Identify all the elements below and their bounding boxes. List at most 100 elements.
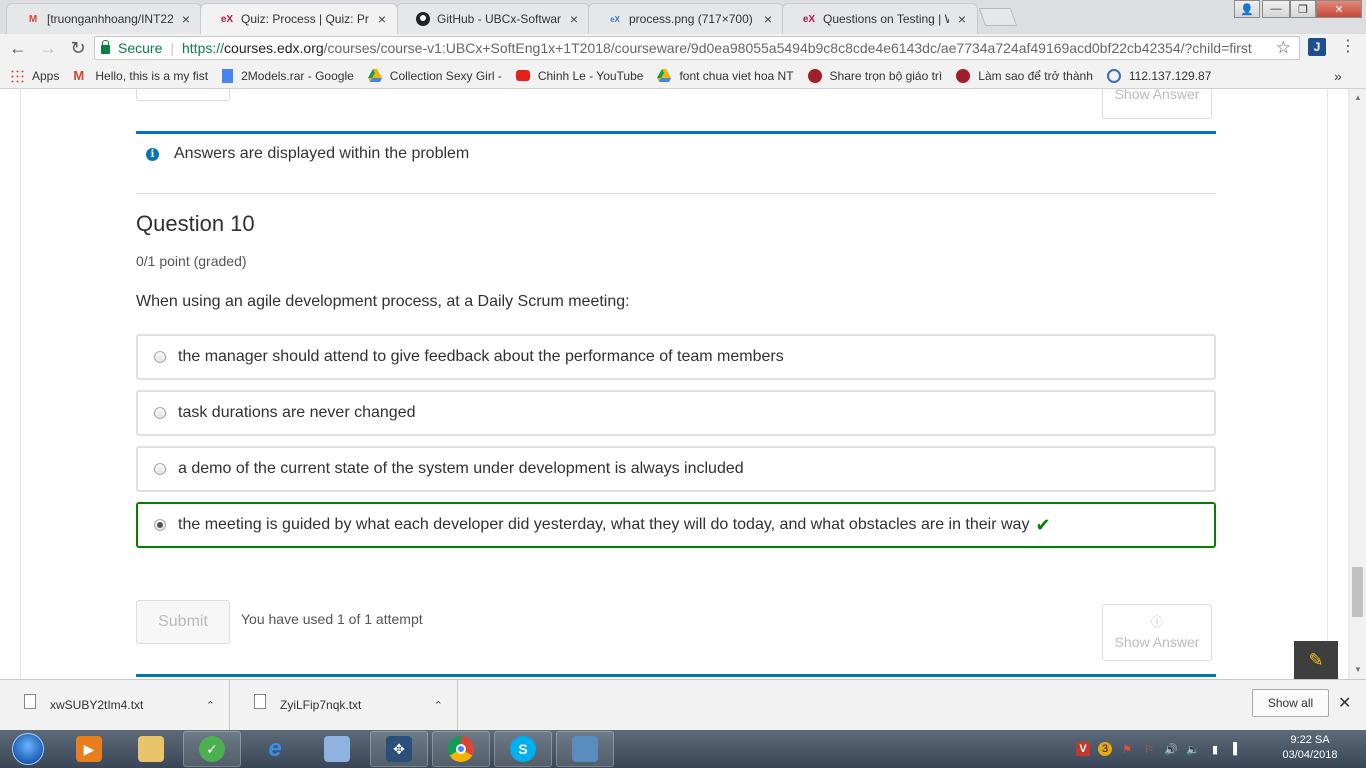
open-edx-icon: eX (610, 14, 620, 24)
scroll-up-arrow-icon[interactable]: ▲ (1354, 93, 1362, 102)
tab-close-icon[interactable]: × (567, 11, 581, 27)
reload-icon[interactable]: ↻ (66, 37, 90, 61)
download-item[interactable]: ZyiLFip7nqk.txt ⌃ (230, 680, 458, 730)
address-bar[interactable]: Secure | https://courses.edx.org/courses… (94, 36, 1300, 60)
taskbar-media-player[interactable]: ▶ (60, 731, 118, 767)
bookmarks-overflow-icon[interactable]: » (1334, 68, 1342, 84)
tab-title: process.png (717×700) (629, 12, 753, 26)
taskbar-explorer[interactable] (122, 731, 180, 767)
choice-option-4[interactable]: the meeting is guided by what each devel… (136, 502, 1216, 548)
chevron-up-icon[interactable]: ⌃ (206, 699, 215, 712)
choice-label: the manager should attend to give feedba… (178, 348, 784, 365)
show-answer-label: Show Answer (1114, 634, 1200, 650)
tab-close-icon[interactable]: × (955, 11, 969, 27)
secure-indicator[interactable]: Secure (101, 39, 163, 56)
tab-github[interactable]: GitHub - UBCx-Software × (396, 3, 590, 34)
radio-button-selected[interactable] (154, 519, 166, 531)
bookmark-star-icon[interactable]: ☆ (1276, 38, 1291, 58)
notification-badge-icon[interactable]: 3 (1098, 742, 1112, 756)
url-scheme: https:// (182, 40, 225, 56)
tab-close-icon[interactable]: × (761, 11, 775, 27)
pencil-icon[interactable]: ✎ (1294, 641, 1338, 679)
shield-icon[interactable]: ⚑ (1120, 742, 1134, 756)
taskbar-chrome[interactable] (432, 731, 490, 767)
download-item[interactable]: xwSUBY2tIm4.txt ⌃ (0, 680, 230, 730)
bookmark-ip[interactable]: 112.137.129.87 (1106, 68, 1211, 83)
choice-option-3[interactable]: a demo of the current state of the syste… (136, 446, 1216, 492)
flag-icon[interactable]: ⚐ (1142, 742, 1156, 756)
tab-process-png[interactable]: eX process.png (717×700) × (588, 3, 784, 34)
taskbar-clock[interactable]: 9:22 SA 03/04/2018 (1274, 733, 1346, 763)
close-icon[interactable]: ✕ (1338, 693, 1351, 713)
start-button[interactable] (4, 731, 52, 767)
show-all-downloads-button[interactable]: Show all (1252, 689, 1329, 717)
tab-close-icon[interactable]: × (179, 11, 193, 27)
vietkey-icon[interactable]: V (1076, 742, 1090, 756)
speaker-icon[interactable]: 🔈 (1186, 742, 1200, 756)
forward-arrow-icon[interactable]: → (36, 37, 60, 61)
maximize-button[interactable]: ❐ (1290, 0, 1316, 18)
tab-quiz-process[interactable]: eX Quiz: Process | Quiz: Proc × (200, 3, 398, 34)
bookmark-share[interactable]: Share trọn bộ giáo trì (807, 68, 943, 83)
scroll-down-arrow-icon[interactable]: ▼ (1354, 665, 1362, 674)
bookmark-label: Share trọn bộ giáo trì (829, 68, 943, 83)
tab-gmail[interactable]: M [truonganhhoang/INT22( × (6, 3, 202, 34)
minimize-button[interactable]: — (1262, 0, 1290, 18)
taskbar-skype[interactable]: S (494, 731, 552, 767)
battery-icon[interactable]: ▮ (1208, 742, 1222, 756)
chevron-up-icon[interactable]: ⌃ (434, 699, 443, 712)
tab-questions-testing[interactable]: eX Questions on Testing | W × (782, 3, 978, 34)
question-title: Question 10 (136, 211, 255, 236)
windows-taskbar: ▶ ✓ e ✥ S V 3 ⚑ ⚐ 🔊 🔈 ▮ ▌ 9:22 SA 03/04/… (0, 730, 1366, 768)
taskbar-photo-viewer[interactable] (556, 731, 614, 767)
gmail-icon: M (73, 67, 85, 83)
page-scrollbar[interactable]: ▲ ▼ (1348, 89, 1366, 679)
internet-explorer-icon: e (268, 735, 282, 762)
submit-label: Submit (158, 613, 208, 630)
system-tray: V 3 ⚑ ⚐ 🔊 🔈 ▮ ▌ (1076, 730, 1244, 768)
window-close-button[interactable]: ✕ (1316, 0, 1362, 18)
profile-icon[interactable]: 👤 (1234, 0, 1260, 18)
bookmark-lam-sao[interactable]: Làm sao để trở thành (956, 68, 1093, 83)
bookmark-label: Apps (32, 68, 60, 83)
taskbar-ie[interactable]: e (246, 731, 304, 767)
taskbar-box-app[interactable] (308, 731, 366, 767)
taskbar-sql[interactable]: ✥ (370, 731, 428, 767)
choice-option-1[interactable]: the manager should attend to give feedba… (136, 334, 1216, 380)
taskbar-app-green[interactable]: ✓ (183, 731, 241, 767)
volume-icon[interactable]: 🔊 (1164, 742, 1178, 756)
bookmark-youtube[interactable]: Chinh Le - YouTube (515, 69, 643, 83)
radio-button[interactable] (154, 463, 166, 475)
edx-icon: eX (802, 13, 816, 25)
prev-show-answer-button[interactable]: Show Answer (1102, 89, 1212, 119)
menu-kebab-icon[interactable]: ⋮ (1340, 36, 1356, 56)
submit-button[interactable]: Submit (136, 600, 230, 644)
scroll-thumb[interactable] (1352, 567, 1363, 617)
answers-notice: i Answers are displayed within the probl… (146, 145, 469, 163)
bookmark-collection[interactable]: Collection Sexy Girl - (367, 68, 502, 83)
bookmark-font[interactable]: font chua viet hoa NT (657, 68, 794, 83)
bookmark-apps[interactable]: Apps (10, 68, 60, 83)
apps-grid-icon (10, 68, 24, 83)
download-filename: xwSUBY2tIm4.txt (50, 698, 144, 712)
section-divider (136, 193, 1216, 194)
show-answer-label: Show Answer (1114, 89, 1200, 102)
bookmark-2models[interactable]: 2Models.rar - Google (222, 68, 354, 83)
new-tab-button[interactable] (978, 8, 1018, 26)
choice-option-2[interactable]: task durations are never changed (136, 390, 1216, 436)
choice-label: the meeting is guided by what each devel… (178, 516, 1030, 533)
info-circle-icon: ⓘ (1150, 615, 1163, 629)
bookmark-gmail[interactable]: M Hello, this is a my fist (73, 67, 209, 83)
checkmark-icon: ✔ (1035, 514, 1051, 535)
network-signal-icon[interactable]: ▌ (1230, 742, 1244, 756)
show-answer-button[interactable]: ⓘ Show Answer (1102, 604, 1212, 661)
prev-submit-button[interactable] (136, 89, 230, 101)
back-arrow-icon[interactable]: ← (6, 37, 30, 61)
extension-icon[interactable]: J (1308, 38, 1326, 56)
secure-label: Secure (118, 40, 163, 56)
bookmark-label: Hello, this is a my fist (95, 68, 209, 83)
tab-close-icon[interactable]: × (375, 11, 389, 27)
github-icon (415, 11, 431, 27)
radio-button[interactable] (154, 407, 166, 419)
radio-button[interactable] (154, 351, 166, 363)
